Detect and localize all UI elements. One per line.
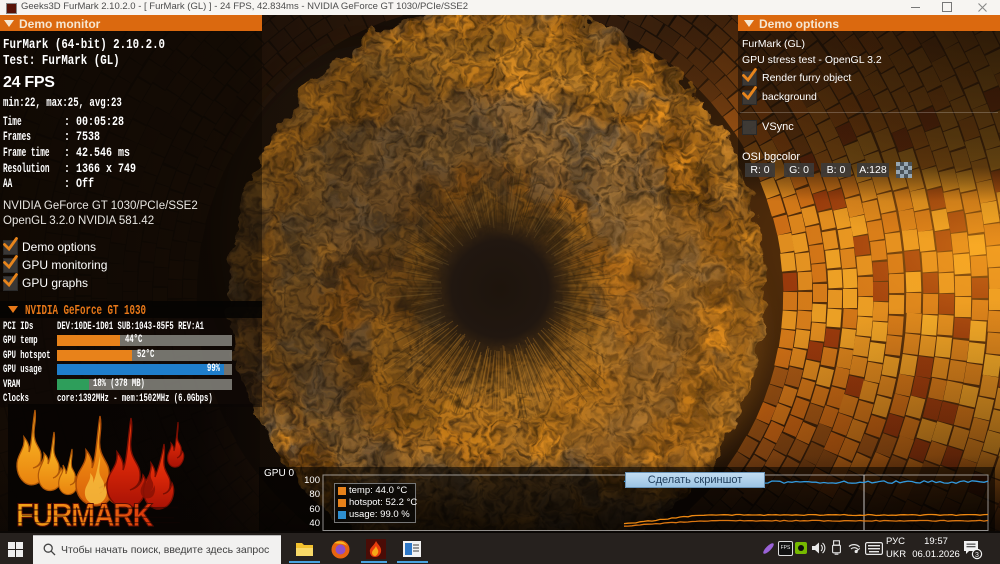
svg-text:FURMARK: FURMARK: [16, 496, 153, 532]
svg-text:3: 3: [975, 552, 979, 559]
